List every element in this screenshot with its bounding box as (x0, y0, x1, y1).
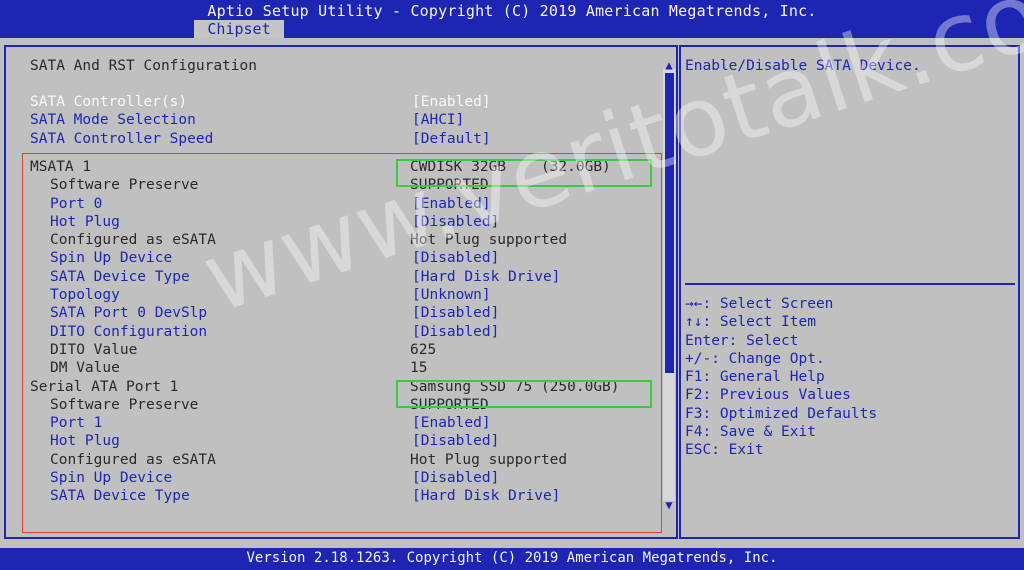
main-panel: SATA And RST Configuration SATA Controll… (4, 45, 678, 539)
status-bar: Version 2.18.1263. Copyright (C) 2019 Am… (0, 548, 1024, 570)
key-hint: F3: Optimized Defaults (685, 405, 878, 422)
drive-info-highlight (22, 153, 662, 533)
version-text: Version 2.18.1263. Copyright (C) 2019 Am… (246, 550, 778, 566)
port1-drive-highlight (396, 380, 652, 408)
tab-chipset[interactable]: Chipset (194, 20, 284, 38)
key-hint: F1: General Help (685, 369, 825, 386)
help-divider (685, 283, 1015, 285)
setting-value[interactable]: [Enabled] (412, 93, 491, 111)
setting-value[interactable]: [Default] (412, 130, 491, 148)
help-description: Enable/Disable SATA Device. (685, 58, 921, 74)
setting-label[interactable]: SATA Controller Speed (30, 130, 213, 148)
setting-row[interactable]: SATA Controller(s) [Enabled] (6, 93, 656, 111)
section-title-row: SATA And RST Configuration (6, 57, 656, 75)
section-title: SATA And RST Configuration (30, 58, 257, 74)
setting-label[interactable]: SATA Controller(s) (30, 93, 187, 111)
setting-label[interactable]: SATA Mode Selection (30, 111, 196, 129)
setting-row[interactable]: SATA Mode Selection [AHCI] (6, 111, 656, 129)
help-panel: Enable/Disable SATA Device. →←: Select S… (679, 45, 1020, 539)
msata-drive-highlight (396, 159, 652, 187)
setting-row[interactable]: SATA Controller Speed [Default] (6, 130, 656, 148)
setting-value[interactable]: [AHCI] (412, 111, 464, 129)
key-hint: ↑↓: Select Item (685, 314, 816, 331)
key-hint: ESC: Exit (685, 442, 764, 459)
key-hint: →←: Select Screen (685, 296, 834, 312)
triangle-down-icon[interactable]: ▼ (663, 499, 675, 511)
triangle-up-icon[interactable]: ▲ (663, 59, 675, 71)
key-legend: →←: Select Screen ↑↓: Select Item Enter: S… (685, 295, 877, 460)
key-hint: F2: Previous Values (685, 387, 851, 404)
scrollbar-thumb[interactable] (665, 73, 674, 373)
key-hint: +/-: Change Opt. (685, 350, 825, 367)
title-bar: Aptio Setup Utility - Copyright (C) 2019… (0, 0, 1024, 38)
key-hint: Enter: Select (685, 332, 799, 349)
key-hint: F4: Save & Exit (685, 424, 816, 441)
app-title: Aptio Setup Utility - Copyright (C) 2019… (207, 2, 817, 20)
